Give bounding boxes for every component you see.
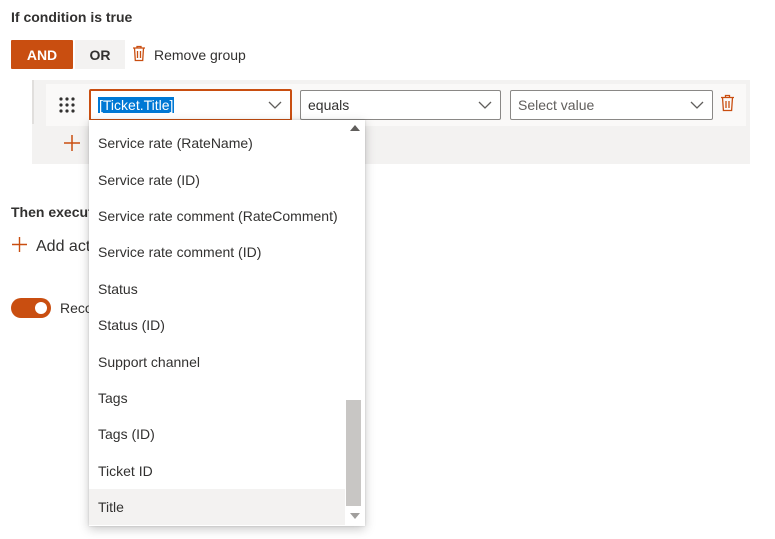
dropdown-options: Service rate (RateName) Service rate (ID)…: [89, 120, 345, 526]
value-select[interactable]: Select value: [510, 90, 713, 120]
dropdown-option[interactable]: Title: [89, 488, 345, 526]
remove-group-label: Remove group: [154, 47, 246, 63]
group-connector-line: [32, 80, 34, 124]
chevron-down-icon: [470, 101, 500, 109]
operator-select[interactable]: equals: [300, 90, 501, 120]
field-select-value: [Ticket.Title]: [98, 97, 175, 113]
chevron-down-icon: [260, 101, 290, 109]
value-select-placeholder: Select value: [518, 97, 595, 113]
delete-rule-trash-icon[interactable]: [720, 94, 738, 114]
dropdown-option[interactable]: Service rate comment (RateComment): [89, 198, 345, 234]
scroll-down-arrow-icon[interactable]: [350, 513, 360, 519]
add-action-button[interactable]: Add act: [11, 236, 90, 258]
chevron-down-icon: [682, 101, 712, 109]
dropdown-option[interactable]: Tags (ID): [89, 416, 345, 452]
actions-title: Then execute: [11, 204, 101, 220]
record-toggle[interactable]: [11, 298, 51, 318]
dropdown-option[interactable]: Status: [89, 271, 345, 307]
toggle-knob: [35, 302, 47, 314]
condition-title: If condition is true: [11, 9, 133, 25]
dropdown-option[interactable]: Tags: [89, 380, 345, 416]
scrollbar-thumb[interactable]: [346, 400, 361, 506]
drag-handle-icon[interactable]: [58, 96, 76, 114]
dropdown-option[interactable]: Service rate (ID): [89, 161, 345, 197]
and-button[interactable]: AND: [11, 40, 73, 69]
dropdown-option[interactable]: Support channel: [89, 343, 345, 379]
add-action-label: Add act: [36, 238, 91, 255]
dropdown-option[interactable]: Service rate comment (ID): [89, 234, 345, 270]
add-rule-plus-icon[interactable]: [63, 134, 83, 154]
scroll-up-arrow-icon[interactable]: [350, 125, 360, 131]
dropdown-option[interactable]: Service rate (RateName): [89, 125, 345, 161]
dropdown-option[interactable]: Ticket ID: [89, 453, 345, 489]
field-dropdown-list[interactable]: Service rate (RateName) Service rate (ID)…: [89, 120, 365, 526]
dropdown-option[interactable]: Status (ID): [89, 307, 345, 343]
remove-group-button[interactable]: Remove group: [132, 44, 246, 66]
field-select[interactable]: [Ticket.Title]: [89, 89, 292, 121]
operator-select-value: equals: [308, 97, 350, 113]
or-button[interactable]: OR: [75, 40, 125, 69]
record-toggle-label: Reco: [60, 300, 93, 316]
dropdown-scrollbar[interactable]: [345, 120, 365, 526]
trash-icon: [132, 45, 146, 65]
plus-icon: [11, 236, 28, 258]
